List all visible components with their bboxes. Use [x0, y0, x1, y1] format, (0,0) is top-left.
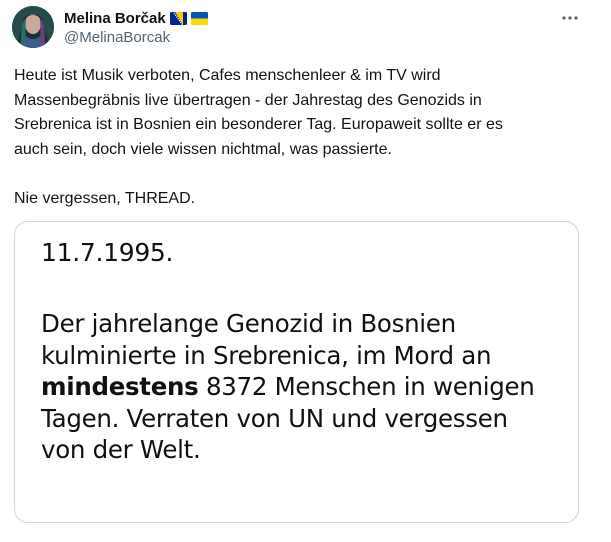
media-date: 11.7.1995.: [41, 238, 174, 267]
media-body-text: Der jahrelange Genozid in Bosnien kulmin…: [41, 308, 571, 466]
avatar[interactable]: [12, 6, 54, 48]
avatar-image: [12, 6, 54, 48]
name-row: Melina Borčak: [64, 8, 208, 28]
ukraine-flag-icon: [190, 11, 208, 25]
more-horizontal-icon: [562, 16, 578, 20]
media-line-2: kulminierte in Srebrenica, im Mord an: [41, 340, 492, 370]
more-options-button[interactable]: [558, 8, 582, 28]
display-name[interactable]: Melina Borčak: [64, 10, 166, 27]
media-line-3: mindestens 8372 Menschen in wenigen: [41, 371, 571, 403]
media-line-4: Tagen. Verraten von UN und vergessen: [41, 403, 508, 433]
bosnia-flag-icon: [169, 11, 187, 25]
tweet-text: Heute ist Musik verboten, Cafes menschen…: [14, 67, 503, 207]
media-emphasis: mindestens: [41, 372, 199, 401]
media-line-5: von der Welt.: [41, 435, 201, 464]
tweet: Melina Borčak @MelinaBorcak Heute ist Mu…: [0, 0, 611, 542]
handle[interactable]: @MelinaBorcak: [64, 29, 208, 46]
author-info: Melina Borčak @MelinaBorcak: [64, 8, 208, 46]
media-image-card[interactable]: 11.7.1995. Der jahrelange Genozid in Bos…: [14, 221, 579, 523]
media-line-1: Der jahrelange Genozid in Bosnien: [41, 309, 456, 338]
media-line-3-rest: 8372 Menschen in wenigen: [198, 372, 535, 401]
